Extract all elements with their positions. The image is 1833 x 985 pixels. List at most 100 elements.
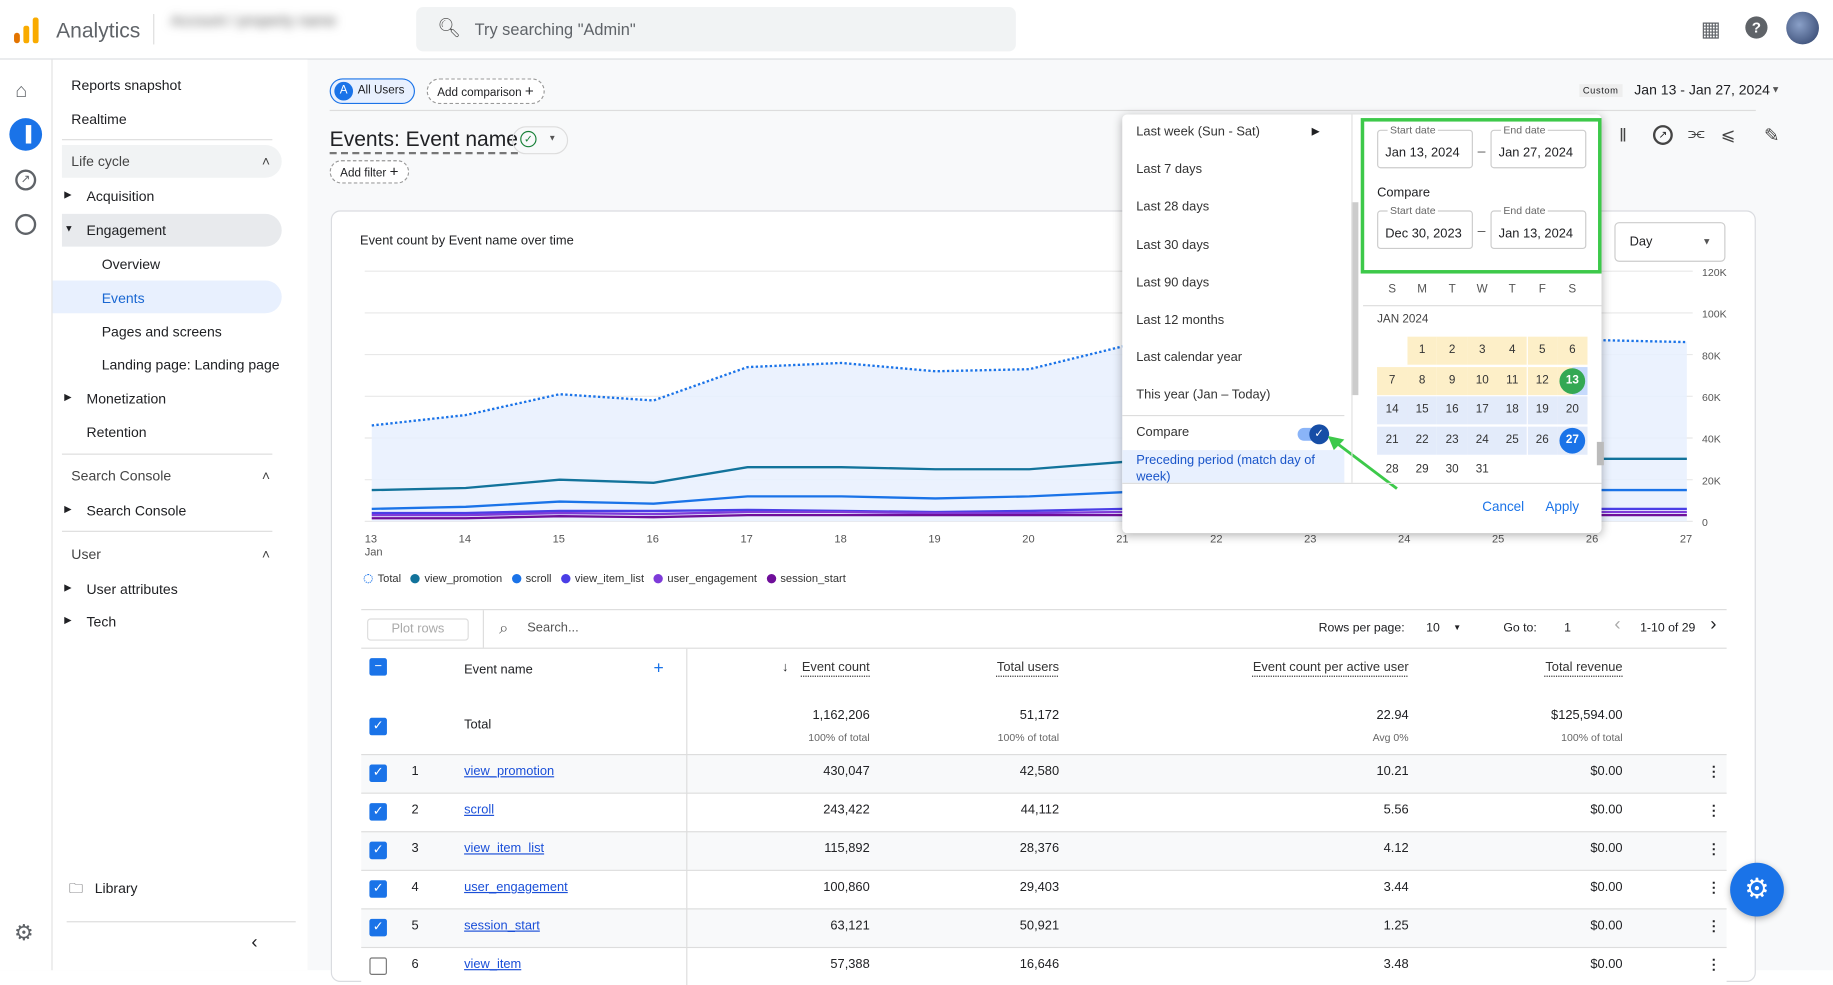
preset-option[interactable]: This year (Jan – Today) (1136, 389, 1270, 403)
calendar-day[interactable]: 2 (1437, 337, 1467, 365)
calendar-day[interactable]: 25 (1497, 426, 1527, 454)
legend-item[interactable]: Total (364, 572, 401, 585)
row-menu-icon[interactable]: ⋮ (1707, 918, 1721, 934)
calendar-day[interactable]: 26 (1527, 426, 1557, 454)
title-status-dropdown[interactable]: ✓ ▼ (512, 126, 568, 154)
date-range-selector[interactable]: Jan 13 - Jan 27, 2024 (1634, 82, 1770, 98)
legend-item[interactable]: view_promotion (410, 572, 502, 585)
add-filter-button[interactable]: Add filter + (330, 160, 409, 183)
calendar-day[interactable]: 14 (1377, 396, 1407, 424)
calendar-day[interactable]: 28 (1377, 456, 1407, 484)
calendar-day[interactable]: 5 (1527, 337, 1557, 365)
calendar-day[interactable]: 21 (1377, 426, 1407, 454)
preset-option[interactable]: Last 30 days (1136, 238, 1209, 252)
column-header-event-count[interactable]: Event count (802, 660, 870, 674)
start-date-field[interactable]: Start date Jan 13, 2024 (1377, 130, 1473, 169)
prev-page-icon[interactable]: ‹ (1614, 615, 1620, 636)
sidebar-item-reports-snapshot[interactable]: Reports snapshot (71, 77, 181, 93)
sidebar-item-landing-page[interactable]: Landing page: Landing page (102, 357, 280, 373)
calendar-day[interactable]: 24 (1467, 426, 1497, 454)
table-search-input[interactable]: Search... (527, 621, 878, 635)
calendar-day[interactable]: 23 (1437, 426, 1467, 454)
calendar-day[interactable]: 22 (1407, 426, 1437, 454)
legend-item[interactable]: user_engagement (653, 572, 757, 585)
collapse-sidebar-icon[interactable]: ‹ (251, 933, 257, 954)
share-icon[interactable]: ⫘ (1688, 124, 1705, 145)
calendar-day[interactable]: 9 (1437, 366, 1467, 394)
column-header-event-name[interactable]: Event name (464, 663, 533, 677)
row-menu-icon[interactable]: ⋮ (1707, 956, 1721, 972)
calendar-day[interactable]: 3 (1467, 337, 1497, 365)
calendar-day[interactable]: 16 (1437, 396, 1467, 424)
account-selector[interactable]: Account / property name (171, 12, 393, 30)
event-name-link[interactable]: scroll (464, 803, 494, 817)
event-name-link[interactable]: view_item (464, 957, 521, 971)
sidebar-item-monetization[interactable]: Monetization (87, 390, 167, 406)
goto-input[interactable]: 1 (1564, 621, 1571, 635)
calendar-day[interactable]: 31 (1467, 456, 1497, 484)
compare-start-date-field[interactable]: Start date Dec 30, 2023 (1377, 210, 1473, 249)
sidebar-item-events[interactable] (53, 281, 282, 314)
assistant-fab-icon[interactable]: ⚙ (1730, 863, 1784, 917)
sidebar-item-pages-and-screens[interactable]: Pages and screens (102, 324, 222, 340)
calendar-day[interactable]: 1 (1407, 337, 1437, 365)
calendar-day[interactable]: 15 (1407, 396, 1437, 424)
search-bar[interactable]: 🔍︎ Try searching "Admin" (416, 7, 1016, 51)
column-header-event-count-per-user[interactable]: Event count per active user (1253, 660, 1409, 674)
compare-option-dropdown[interactable]: Preceding period (match day of week) (1122, 450, 1344, 483)
event-name-link[interactable]: session_start (464, 919, 540, 933)
caret-down-icon[interactable]: ▼ (1771, 84, 1780, 95)
next-page-icon[interactable]: › (1710, 615, 1716, 636)
insights-icon[interactable]: ↗ (1653, 125, 1673, 145)
comparison-chip-all-users[interactable]: A All Users (330, 78, 415, 104)
cancel-button[interactable]: Cancel (1482, 500, 1524, 514)
calendar-day[interactable]: 29 (1407, 456, 1437, 484)
preset-option[interactable]: Last 7 days (1136, 163, 1202, 177)
sidebar-item-acquisition[interactable]: Acquisition (87, 188, 155, 204)
explore-icon[interactable]: ↗ (15, 170, 36, 191)
row-menu-icon[interactable]: ⋮ (1707, 879, 1721, 895)
preset-option[interactable]: Last calendar year (1136, 351, 1242, 365)
reports-icon[interactable]: ▐ (9, 118, 42, 151)
row-checkbox[interactable] (369, 957, 387, 975)
calendar-day[interactable]: 27 (1557, 426, 1587, 454)
calendar-day[interactable]: 11 (1497, 366, 1527, 394)
event-name-link[interactable]: view_promotion (464, 765, 554, 779)
calendar-day[interactable]: 13 (1557, 366, 1587, 394)
sidebar-item-overview[interactable]: Overview (102, 256, 160, 272)
avatar[interactable] (1786, 12, 1819, 45)
calendar-day[interactable]: 7 (1377, 366, 1407, 394)
calendar-day[interactable]: 17 (1467, 396, 1497, 424)
select-all-checkbox[interactable]: − (369, 658, 387, 676)
total-checkbox[interactable]: ✓ (369, 718, 387, 736)
row-menu-icon[interactable]: ⋮ (1707, 763, 1721, 779)
calendar-day[interactable]: 18 (1497, 396, 1527, 424)
preset-option[interactable]: Last 28 days (1136, 200, 1209, 214)
home-icon[interactable]: ⌂ (15, 79, 27, 102)
calendar-day[interactable]: 6 (1557, 337, 1587, 365)
calendar-day[interactable]: 4 (1497, 337, 1527, 365)
calendar-day[interactable]: 20 (1557, 396, 1587, 424)
add-dimension-icon[interactable]: + (653, 658, 663, 678)
sidebar-item-library[interactable]: Library (95, 880, 138, 896)
calendar-day[interactable]: 10 (1467, 366, 1497, 394)
advertising-icon[interactable] (15, 214, 36, 235)
sidebar-item-user-attributes[interactable]: User attributes (87, 581, 178, 597)
anomaly-sparkle-icon[interactable]: ⩽ (1721, 124, 1736, 145)
caret-down-icon[interactable]: ▼ (1453, 624, 1461, 632)
calendar-day[interactable]: 12 (1527, 366, 1557, 394)
legend-item[interactable]: session_start (766, 572, 845, 585)
sidebar-item-search-console[interactable]: Search Console (87, 503, 187, 519)
row-checkbox[interactable]: ✓ (369, 765, 387, 783)
row-checkbox[interactable]: ✓ (369, 919, 387, 937)
calendar-day[interactable]: 30 (1437, 456, 1467, 484)
edit-pencil-icon[interactable]: ✎ (1764, 124, 1780, 147)
row-menu-icon[interactable]: ⋮ (1707, 802, 1721, 818)
end-date-field[interactable]: End date Jan 27, 2024 (1490, 130, 1586, 169)
compare-end-date-field[interactable]: End date Jan 13, 2024 (1490, 210, 1586, 249)
sidebar-item-realtime[interactable]: Realtime (71, 111, 126, 127)
row-checkbox[interactable]: ✓ (369, 842, 387, 860)
column-header-total-revenue[interactable]: Total revenue (1545, 660, 1622, 674)
compare-toggle[interactable]: ✓ (1298, 428, 1324, 441)
sidebar-item-tech[interactable]: Tech (87, 614, 117, 630)
